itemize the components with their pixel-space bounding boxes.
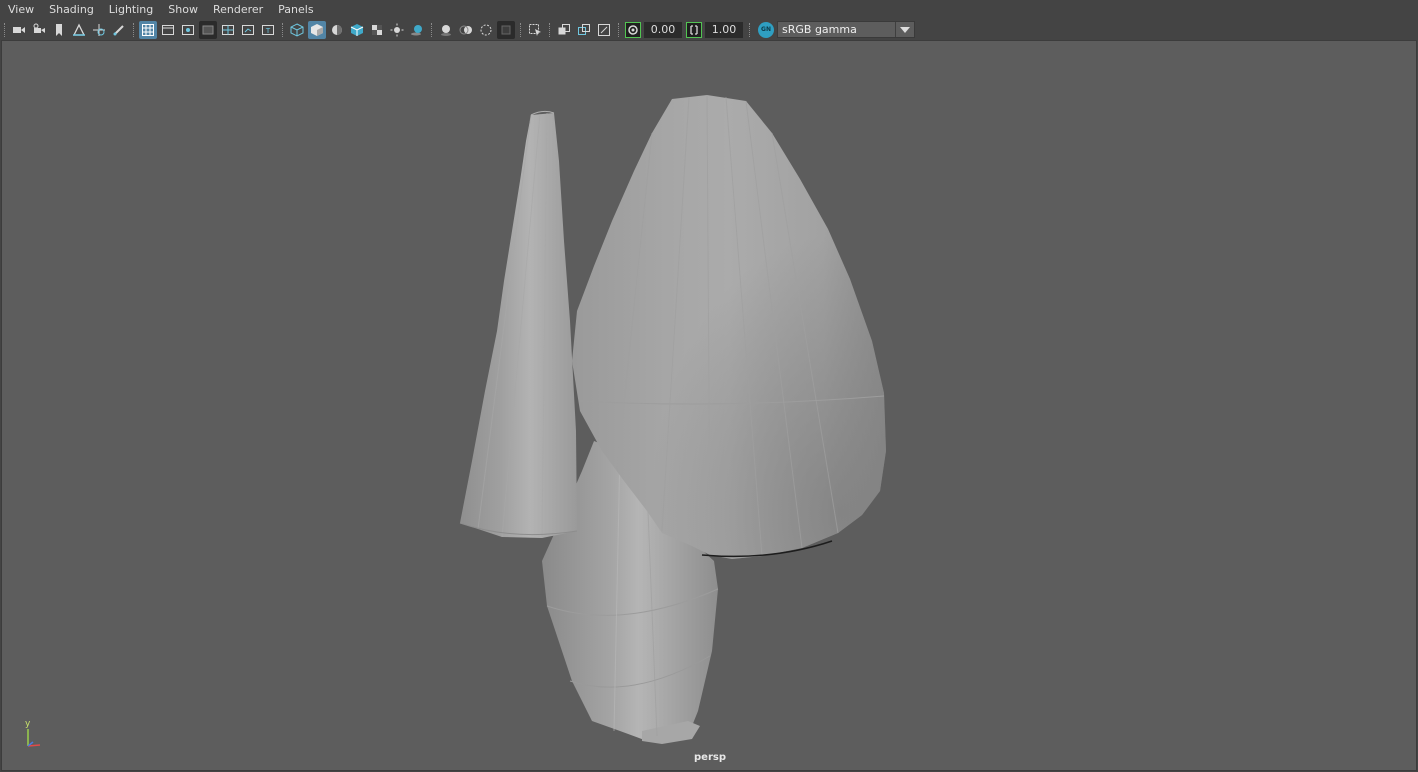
axis-gizmo: y: [25, 719, 41, 747]
depth-of-field-button[interactable]: [497, 20, 515, 39]
safe-title-icon: T: [262, 24, 274, 35]
2d-pan-zoom-button[interactable]: [90, 21, 108, 39]
anti-aliasing-button[interactable]: [477, 21, 495, 39]
toolbar-separator: [133, 22, 135, 37]
gamma-icon: [690, 24, 698, 35]
shaded-cube-icon: [311, 23, 323, 36]
xray-joints-icon: [598, 23, 610, 36]
xray-icon: [558, 23, 570, 34]
toolbar-separator: [749, 22, 751, 37]
shadows-button[interactable]: [408, 21, 426, 39]
camera-icon: [13, 26, 25, 33]
bookmark-icon: [56, 23, 62, 36]
bookmarks-button[interactable]: [50, 21, 68, 39]
xray-button[interactable]: [555, 21, 573, 39]
image-plane-icon: [72, 23, 86, 36]
motion-blur-icon: [459, 25, 472, 34]
xray-joints-button[interactable]: [595, 21, 613, 39]
checker-icon: [372, 24, 382, 35]
toolbar-separator: [431, 22, 433, 37]
gamma-toggle-button[interactable]: [686, 21, 702, 38]
xray-active-components-button[interactable]: [575, 21, 593, 39]
default-material-icon: [332, 24, 342, 35]
textured-button[interactable]: [368, 21, 386, 39]
menu-shading[interactable]: Shading: [41, 0, 101, 19]
menu-show[interactable]: Show: [160, 0, 205, 19]
svg-text:T: T: [265, 27, 271, 35]
pan-zoom-icon: [93, 23, 105, 36]
panel-toolbar: T 0.00 1.00 GN sRGB gamma: [0, 19, 1418, 40]
smooth-shade-button[interactable]: [308, 20, 326, 39]
use-all-lights-button[interactable]: [388, 21, 406, 39]
toolbar-separator: [618, 22, 620, 37]
film-gate-button[interactable]: [159, 21, 177, 39]
axis-y-label: y: [25, 719, 31, 729]
grid-icon: [142, 23, 154, 36]
menu-view[interactable]: View: [0, 0, 41, 19]
image-plane-button[interactable]: [70, 21, 88, 39]
field-chart-icon: [222, 24, 234, 35]
wireframe-cube-icon: [290, 22, 304, 37]
scene-render: [459, 94, 886, 744]
view-transform-value: sRGB gamma: [782, 23, 857, 36]
panel-menu-bar: View Shading Lighting Show Renderer Pane…: [0, 0, 1418, 19]
camera-name-label: persp: [694, 752, 726, 763]
xray-components-icon: [578, 23, 590, 35]
gamma-field[interactable]: 1.00: [705, 21, 743, 38]
tall-vase-mesh[interactable]: [459, 110, 578, 539]
ambient-occlusion-icon: [441, 24, 451, 36]
exposure-field[interactable]: 0.00: [644, 21, 682, 38]
toolbar-separator: [520, 22, 522, 37]
grease-pencil-button[interactable]: [110, 21, 128, 39]
view-transform-toggle-button[interactable]: GN: [758, 21, 774, 38]
wireframe-button[interactable]: [288, 21, 306, 39]
menu-renderer[interactable]: Renderer: [205, 0, 270, 19]
isolate-select-icon: [529, 23, 541, 36]
camera-lock-icon: [33, 23, 45, 33]
resolution-gate-icon: [182, 24, 194, 35]
screen-space-ao-button[interactable]: [437, 21, 455, 39]
3d-viewport[interactable]: y persp: [1, 40, 1417, 771]
toolbar-separator: [549, 22, 551, 37]
select-camera-button[interactable]: [10, 21, 28, 39]
menu-lighting[interactable]: Lighting: [101, 0, 160, 19]
wireframe-shaded-icon: [350, 23, 364, 36]
exposure-toggle-button[interactable]: [625, 21, 641, 38]
safe-action-button[interactable]: [239, 21, 257, 39]
safe-action-icon: [242, 24, 254, 35]
film-gate-icon: [162, 24, 174, 35]
default-material-button[interactable]: [328, 21, 346, 39]
safe-title-button[interactable]: T: [259, 21, 277, 39]
menu-panels[interactable]: Panels: [270, 0, 320, 19]
pencil-icon: [113, 24, 124, 35]
gate-mask-button[interactable]: [199, 20, 217, 39]
anti-aliasing-icon: [480, 24, 492, 35]
toolbar-separator: [282, 22, 284, 37]
chevron-down-icon: [895, 22, 914, 37]
gate-mask-icon: [202, 25, 214, 34]
shadow-sphere-icon: [411, 24, 422, 35]
grid-toggle-button[interactable]: [139, 20, 157, 39]
maya-viewport-panel: View Shading Lighting Show Renderer Pane…: [0, 0, 1418, 772]
camera-attributes-button[interactable]: [30, 21, 48, 39]
view-transform-select[interactable]: sRGB gamma: [777, 21, 915, 38]
resolution-gate-button[interactable]: [179, 21, 197, 39]
depth-of-field-icon: [501, 25, 511, 34]
motion-blur-button[interactable]: [457, 21, 475, 39]
field-chart-button[interactable]: [219, 21, 237, 39]
isolate-select-button[interactable]: [526, 21, 544, 39]
wireframe-on-shaded-button[interactable]: [348, 21, 366, 39]
toolbar-separator: [4, 22, 6, 37]
light-icon: [390, 23, 404, 36]
exposure-icon: [628, 24, 638, 35]
